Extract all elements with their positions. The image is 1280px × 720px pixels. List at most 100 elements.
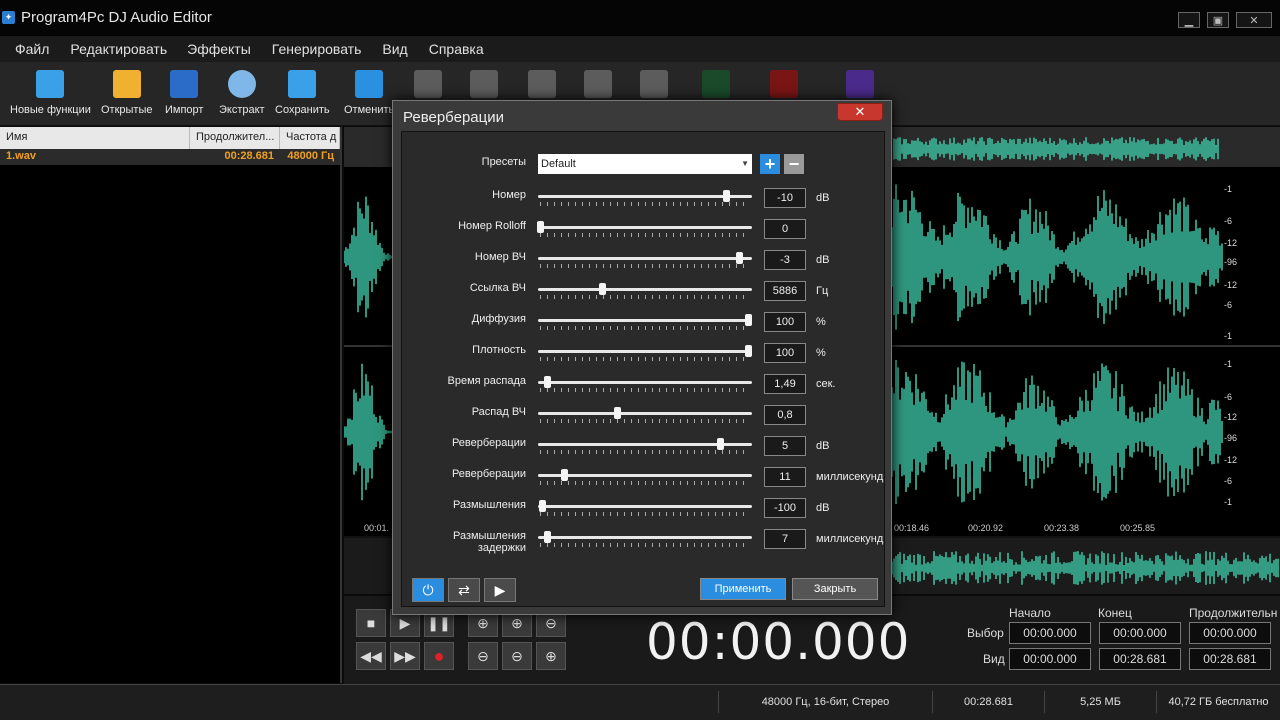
slider-thumb[interactable] — [543, 531, 551, 543]
apply-button[interactable]: Применить — [700, 578, 786, 600]
menu-view[interactable]: Вид — [382, 41, 407, 57]
param-value-field[interactable]: 11 — [764, 467, 806, 487]
power-toggle-button[interactable]: ⏻ — [412, 578, 444, 602]
param-value-field[interactable]: 5886 — [764, 281, 806, 301]
spectrum-icon — [770, 70, 798, 98]
db-scale-label: -1 — [1224, 331, 1233, 341]
param-slider[interactable] — [537, 221, 752, 237]
param-value-field[interactable]: 0,8 — [764, 405, 806, 425]
selection-start-field[interactable]: 00:00.000 — [1009, 622, 1091, 644]
slider-thumb[interactable] — [723, 190, 731, 202]
zoom-fit-button[interactable]: ⊖ — [468, 642, 498, 670]
param-value-field[interactable]: 100 — [764, 343, 806, 363]
param-value-field[interactable]: 7 — [764, 529, 806, 549]
view-end-field[interactable]: 00:28.681 — [1099, 648, 1181, 670]
import-button[interactable]: Импорт — [165, 70, 203, 116]
delete-button[interactable] — [584, 70, 612, 104]
file-rate: 48000 Гц — [287, 150, 334, 162]
new-features-button[interactable]: Новые функции — [10, 70, 91, 116]
param-value-field[interactable]: -10 — [764, 188, 806, 208]
param-slider[interactable] — [538, 345, 752, 361]
column-name[interactable]: Имя — [0, 127, 190, 149]
view-duration-field[interactable]: 00:28.681 — [1189, 648, 1271, 670]
copy-button[interactable] — [470, 70, 498, 104]
param-slider[interactable] — [538, 283, 752, 299]
save-button[interactable]: Сохранить — [275, 70, 330, 116]
close-window-button[interactable]: ✕ — [1236, 12, 1272, 28]
param-slider[interactable] — [538, 190, 752, 206]
slider-thumb[interactable] — [716, 438, 724, 450]
slider-thumb[interactable] — [614, 407, 622, 419]
selection-duration-field[interactable]: 00:00.000 — [1189, 622, 1271, 644]
menu-edit[interactable]: Редактировать — [70, 41, 167, 57]
menu-help[interactable]: Справка — [429, 41, 484, 57]
extract-button[interactable]: Экстракт — [219, 70, 265, 116]
slider-thumb[interactable] — [543, 376, 551, 388]
rewind-button[interactable]: ◀◀ — [356, 642, 386, 670]
maximize-button[interactable]: ▣ — [1207, 12, 1229, 28]
slider-thumb[interactable] — [560, 469, 568, 481]
selection-row-label: Выбор — [967, 626, 1004, 640]
slider-thumb[interactable] — [539, 500, 547, 512]
selection-end-field[interactable]: 00:00.000 — [1099, 622, 1181, 644]
paste-button[interactable] — [528, 70, 556, 104]
menu-generate[interactable]: Генерировать — [272, 41, 362, 57]
slider-thumb[interactable] — [744, 345, 752, 357]
param-slider[interactable] — [538, 314, 752, 330]
copy-icon — [470, 70, 498, 98]
param-value-field[interactable]: 5 — [764, 436, 806, 456]
param-value-field[interactable]: -3 — [764, 250, 806, 270]
add-preset-button[interactable]: + — [760, 154, 780, 174]
preset-select[interactable]: Default ▼ — [538, 154, 752, 174]
open-button[interactable]: Открытые — [101, 70, 153, 116]
db-scale-label: -12 — [1224, 455, 1238, 465]
delete-icon — [584, 70, 612, 98]
waveform-view-button[interactable] — [702, 70, 730, 104]
column-duration[interactable]: Продолжител... — [190, 127, 280, 149]
record-button[interactable]: ● — [424, 642, 454, 670]
minimize-button[interactable]: ▁ — [1178, 12, 1200, 28]
pause-icon: ❚❚ — [427, 614, 451, 631]
file-row[interactable]: 1.wav 00:28.681 48000 Гц — [0, 149, 340, 165]
loop-button[interactable]: ⇄ — [448, 578, 480, 602]
param-slider[interactable] — [538, 407, 752, 423]
menu-effects[interactable]: Эффекты — [187, 41, 251, 57]
cut-button[interactable] — [414, 70, 442, 104]
slider-ticks — [540, 543, 750, 547]
remove-preset-button[interactable]: − — [784, 154, 804, 174]
slider-thumb[interactable] — [537, 221, 545, 233]
view-start-field[interactable]: 00:00.000 — [1009, 648, 1091, 670]
timecode-display: 00:00.000 — [646, 613, 911, 671]
preview-play-button[interactable]: ▶ — [484, 578, 516, 602]
zoom-selection-button[interactable]: ⊕ — [536, 642, 566, 670]
param-value-field[interactable]: 100 — [764, 312, 806, 332]
zoom-out-icon: ⊖ — [545, 614, 557, 631]
db-scale-label: -96 — [1224, 433, 1238, 443]
play-icon: ▶ — [399, 614, 411, 631]
param-slider[interactable] — [538, 500, 752, 516]
zoom-vertical-out-button[interactable]: ⊖ — [502, 642, 532, 670]
undo-button[interactable]: Отменить — [344, 70, 394, 116]
dialog-close-text-button[interactable]: Закрыть — [792, 578, 878, 600]
stop-button[interactable]: ■ — [356, 609, 386, 637]
slider-thumb[interactable] — [736, 252, 744, 264]
param-slider[interactable] — [538, 531, 752, 547]
zoom-in-icon: ⊕ — [477, 614, 489, 631]
menu-file[interactable]: Файл — [15, 41, 49, 57]
param-slider[interactable] — [538, 252, 752, 268]
param-slider[interactable] — [538, 438, 752, 454]
slider-thumb[interactable] — [744, 314, 752, 326]
param-slider[interactable] — [538, 469, 752, 485]
slider-thumb[interactable] — [599, 283, 607, 295]
crop-button[interactable] — [640, 70, 668, 104]
dialog-close-button[interactable]: ✕ — [837, 103, 883, 121]
spectrum-view-button[interactable] — [770, 70, 798, 104]
param-value-field[interactable]: 0 — [764, 219, 806, 239]
param-value-field[interactable]: -100 — [764, 498, 806, 518]
effects-view-button[interactable] — [846, 70, 874, 104]
param-value-field[interactable]: 1,49 — [764, 374, 806, 394]
param-label: Размышления — [452, 499, 526, 511]
forward-button[interactable]: ▶▶ — [390, 642, 420, 670]
column-rate[interactable]: Частота д — [280, 127, 340, 149]
param-slider[interactable] — [538, 376, 752, 392]
